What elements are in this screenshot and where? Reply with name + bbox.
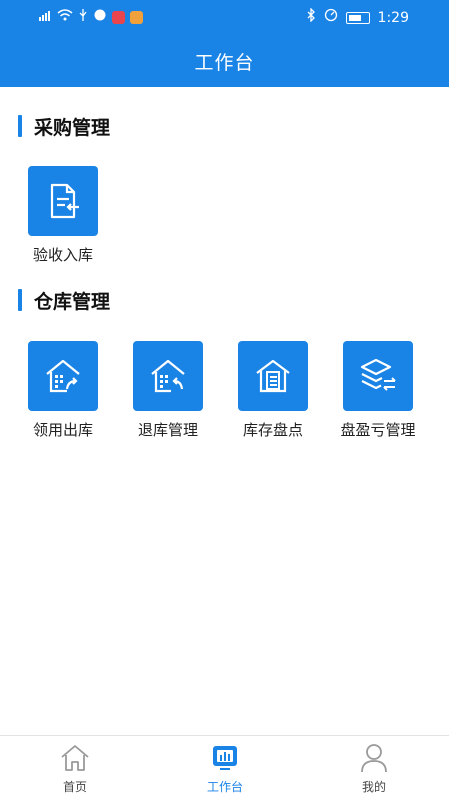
nav-home[interactable]: 首页 bbox=[30, 742, 120, 795]
battery-icon bbox=[345, 11, 370, 24]
status-time: 1:29 bbox=[377, 9, 409, 26]
tile-label: 库存盘点 bbox=[242, 421, 303, 439]
signal-icon bbox=[38, 8, 52, 27]
bluetooth-icon bbox=[306, 7, 316, 27]
notification-app-icon bbox=[93, 8, 107, 27]
bottom-navigation: 首页 工作台 我的 bbox=[0, 735, 449, 800]
warehouse-return-icon bbox=[133, 341, 203, 411]
red-app-icon bbox=[112, 11, 125, 24]
nav-workbench[interactable]: 工作台 bbox=[180, 742, 270, 795]
section-accent-bar bbox=[18, 115, 22, 137]
tile-profit-loss-management[interactable]: 盘盈亏管理 bbox=[328, 341, 428, 440]
page-title: 工作台 bbox=[194, 52, 255, 74]
status-bar: 1:29 bbox=[0, 0, 449, 34]
layers-exchange-icon bbox=[343, 341, 413, 411]
tile-receive-storage[interactable]: 验收入库 bbox=[13, 166, 113, 265]
section-title-warehouse: 仓库管理 bbox=[18, 288, 111, 313]
tile-inventory-count[interactable]: 库存盘点 bbox=[223, 341, 323, 440]
tile-label: 盘盈亏管理 bbox=[340, 421, 416, 439]
status-icons-left bbox=[38, 8, 143, 27]
section-title-label: 仓库管理 bbox=[34, 290, 111, 313]
section-title-label: 采购管理 bbox=[34, 116, 111, 139]
section-title-purchase: 采购管理 bbox=[18, 114, 111, 139]
warehouse-out-icon bbox=[28, 341, 98, 411]
colorful-app-icon bbox=[130, 11, 143, 24]
tile-label: 退库管理 bbox=[137, 421, 198, 439]
nav-label: 工作台 bbox=[206, 780, 243, 794]
tile-requisition-out[interactable]: 领用出库 bbox=[13, 341, 113, 440]
nav-label: 首页 bbox=[62, 780, 87, 794]
usb-icon bbox=[78, 8, 88, 27]
app-bar: 1:29 工作台 bbox=[0, 0, 449, 87]
wifi-icon bbox=[57, 8, 73, 27]
nav-label: 我的 bbox=[361, 780, 386, 794]
dashboard-icon bbox=[180, 742, 270, 774]
speedometer-icon bbox=[324, 8, 338, 27]
profile-icon bbox=[329, 742, 419, 774]
home-icon bbox=[30, 742, 120, 774]
tile-return-management[interactable]: 退库管理 bbox=[118, 341, 218, 440]
nav-profile[interactable]: 我的 bbox=[329, 742, 419, 795]
document-receive-icon bbox=[28, 166, 98, 236]
section-accent-bar bbox=[18, 289, 22, 311]
tile-label: 验收入库 bbox=[32, 246, 93, 264]
status-icons-right: 1:29 bbox=[306, 7, 409, 27]
tile-label: 领用出库 bbox=[32, 421, 93, 439]
inventory-count-icon bbox=[238, 341, 308, 411]
